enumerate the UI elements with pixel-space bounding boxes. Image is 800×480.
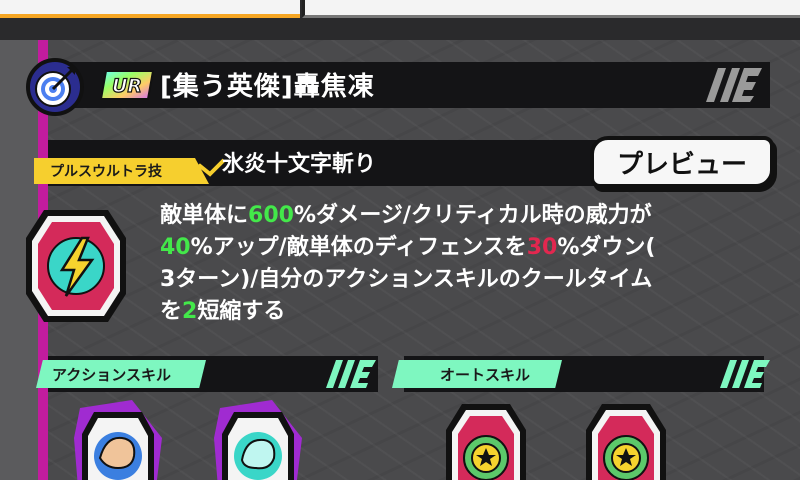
skill-title: [集う英傑]轟焦凍 (160, 72, 375, 102)
ice-fist-icon[interactable] (212, 398, 304, 480)
action-skill-label: アクションスキル (52, 366, 171, 384)
fist-icon[interactable] (72, 398, 164, 480)
ur-rarity-badge: UR (100, 70, 154, 100)
action-skill-stripes (326, 360, 376, 388)
ultra-skill-label: プルスウルトラ技 (50, 164, 162, 180)
auto-skill-stripes (720, 360, 770, 388)
description-line-3: 3ターン)/自分のアクションスキルのクールタイム (160, 267, 653, 292)
description-line-1: 敵単体に600%ダメージ/クリティカル時の威力が (160, 203, 652, 228)
target-icon (26, 58, 84, 116)
chevron-right-icon (186, 158, 226, 178)
ultra-skill-name: 氷炎十文字斬り (222, 152, 377, 177)
description-line-2: 40%アップ/敵単体のディフェンスを30%ダウン( (160, 235, 656, 260)
skill-description: 敵単体に600%ダメージ/クリティカル時の威力が 40%アップ/敵単体のディフェ… (160, 200, 720, 328)
ur-badge-text: UR (112, 75, 142, 97)
auto-skill-label: オートスキル (440, 366, 531, 384)
preview-button[interactable]: プレビュー (590, 136, 774, 188)
top-tab-left[interactable] (0, 0, 300, 18)
star-gear-icon[interactable] (440, 398, 532, 480)
star-gear-icon[interactable] (580, 398, 672, 480)
lightning-icon (26, 210, 126, 322)
header-stripes-decoration (706, 68, 762, 102)
header-bar (48, 62, 770, 108)
description-line-4: を2短縮する (160, 299, 286, 324)
top-tab-right[interactable] (302, 0, 800, 18)
